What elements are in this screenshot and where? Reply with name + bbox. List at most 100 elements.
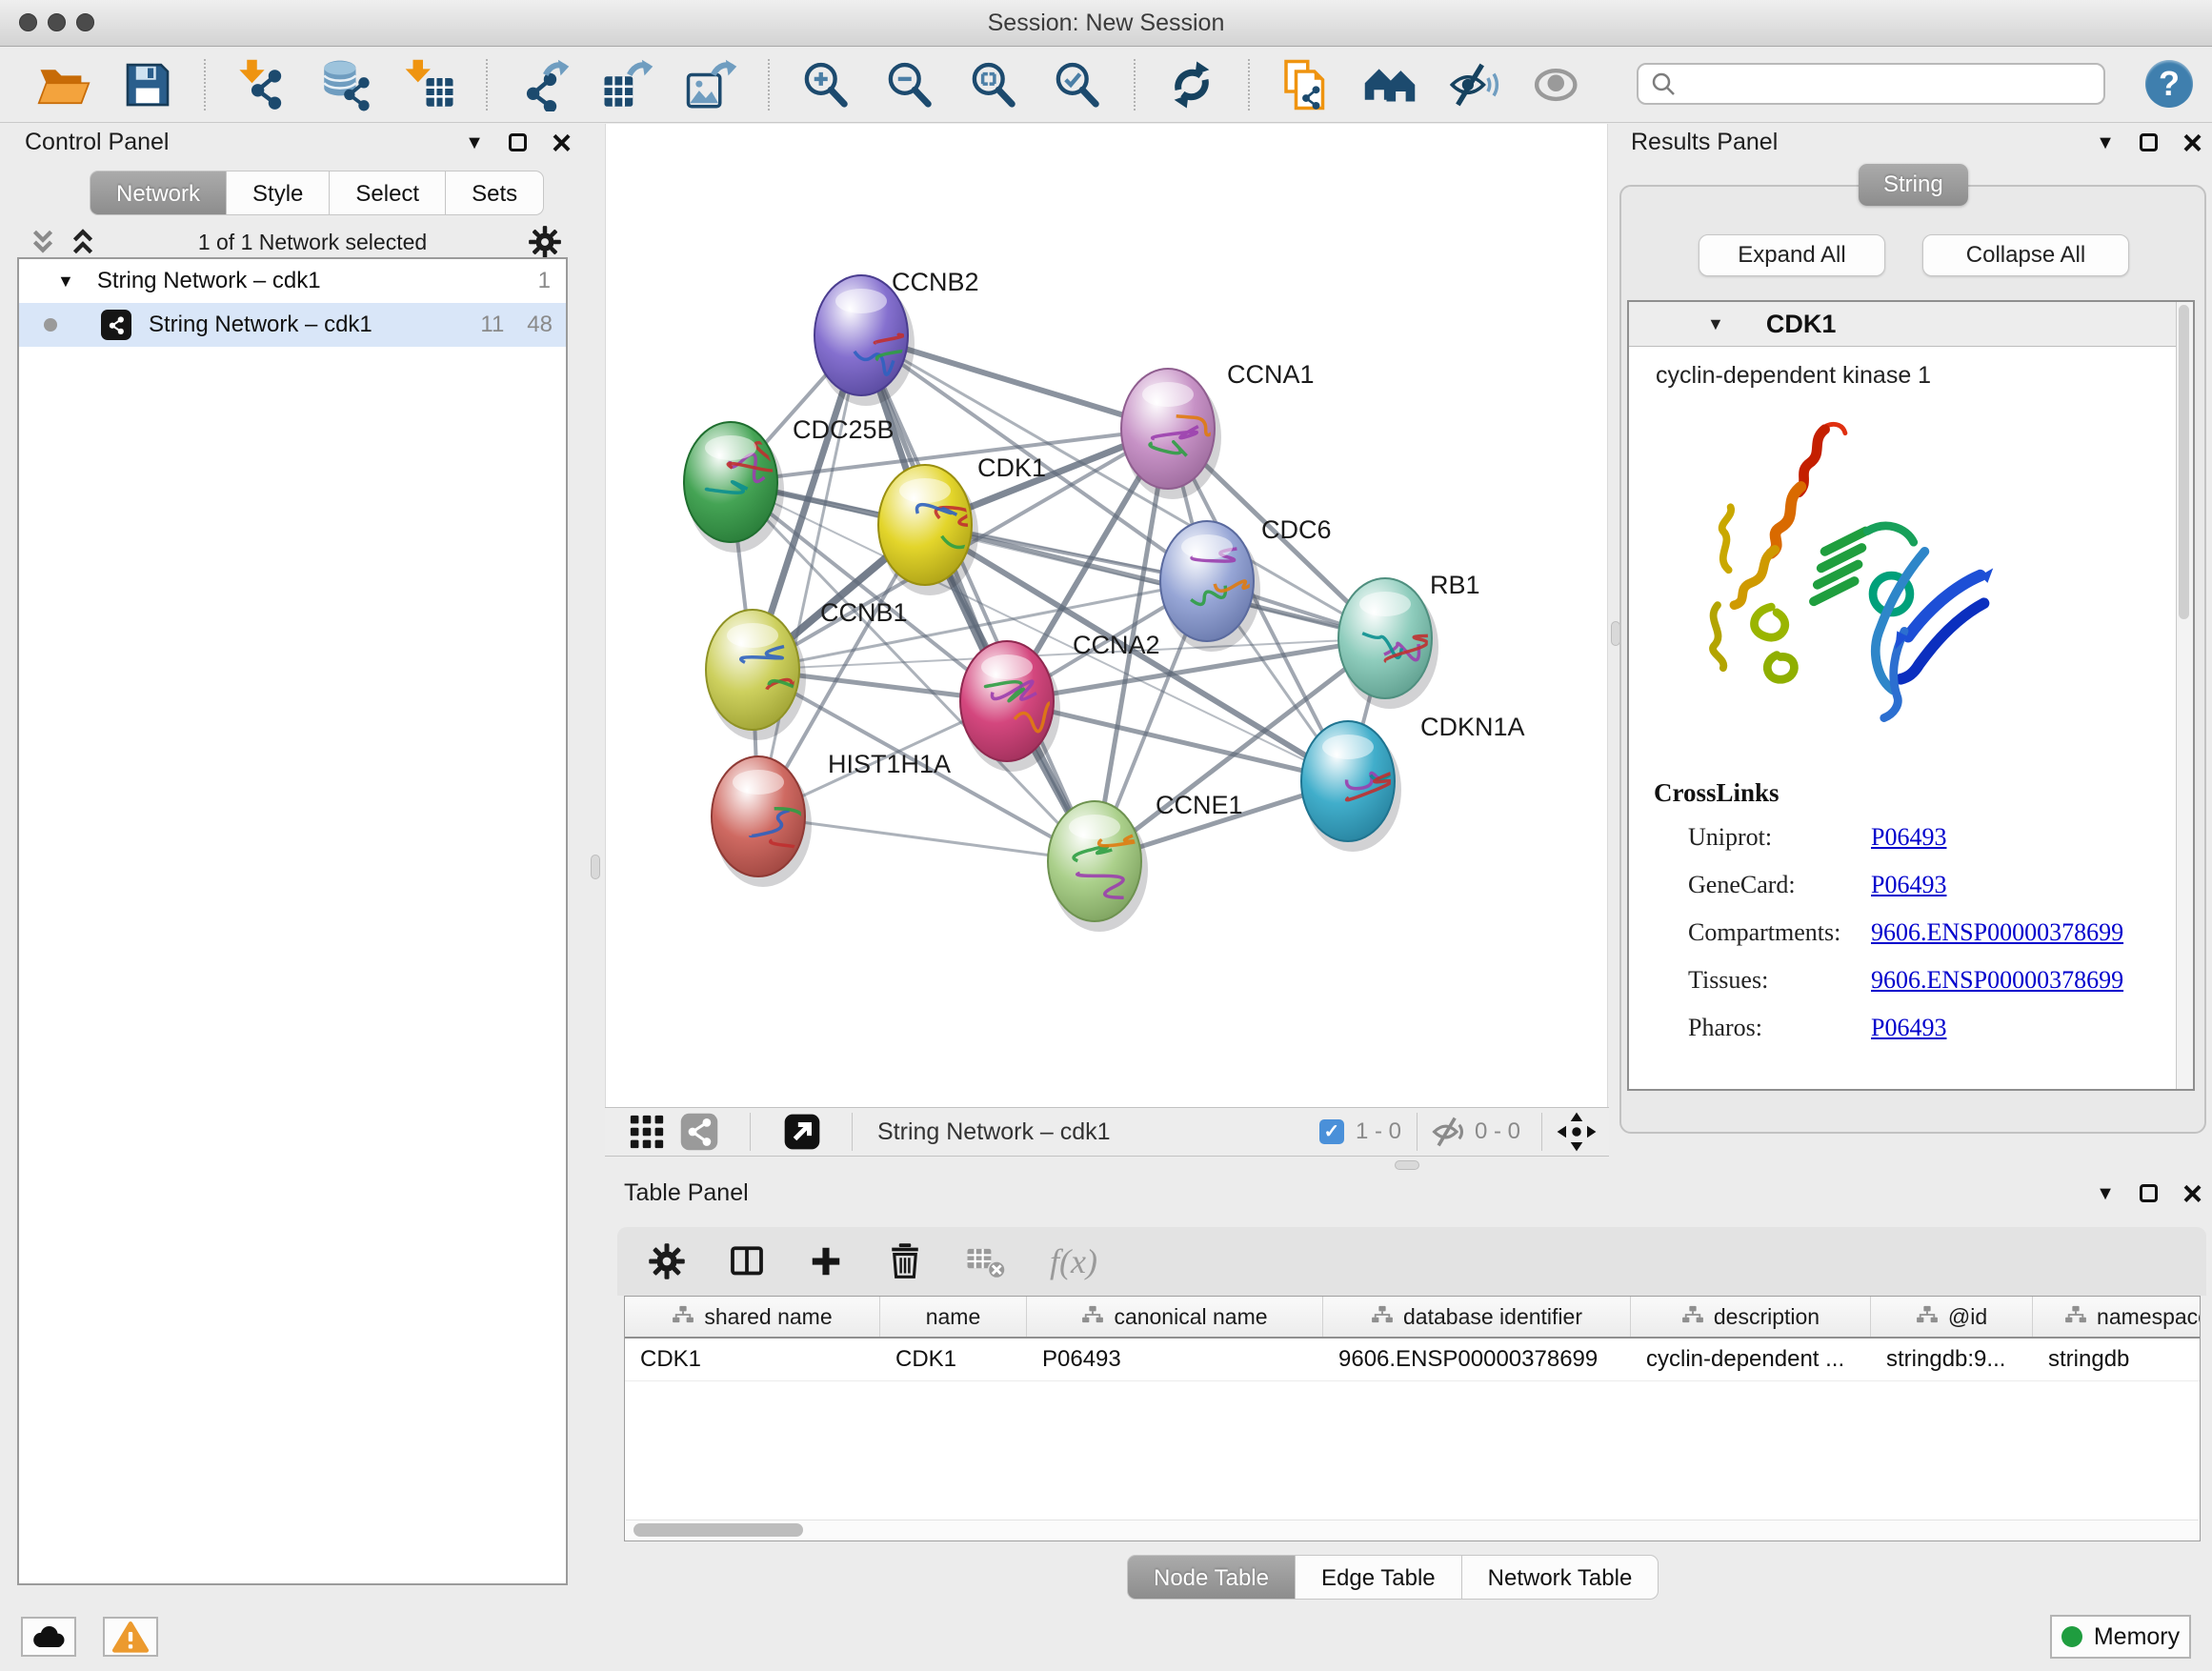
refresh-layout-icon[interactable] <box>1164 57 1219 112</box>
network-view-toolbar: String Network – cdk1 ✓ 1 - 0 0 - 0 <box>605 1107 1609 1157</box>
hide-selected-icon[interactable] <box>1446 57 1501 112</box>
create-column-icon[interactable] <box>808 1243 844 1279</box>
grid-view-icon[interactable] <box>628 1113 666 1151</box>
table-cell[interactable]: CDK1 <box>625 1339 880 1380</box>
tab-node-table[interactable]: Node Table <box>1127 1555 1296 1600</box>
column-header-database-identifier[interactable]: database identifier <box>1323 1297 1631 1337</box>
export-table-icon[interactable] <box>600 57 655 112</box>
collapse-all-networks-icon[interactable] <box>29 228 57 256</box>
table-cell[interactable]: cyclin-dependent ... <box>1631 1339 1871 1380</box>
results-panel-float-icon[interactable] <box>2140 133 2158 151</box>
network-collection-row[interactable]: ▼ String Network – cdk1 1 <box>19 259 566 303</box>
table-cell[interactable]: 9606.ENSP00000378699 <box>1323 1339 1631 1380</box>
left-splitter-handle[interactable] <box>591 855 600 879</box>
results-panel-close-icon[interactable]: × <box>2182 131 2202 154</box>
crosslink-link[interactable]: 9606.ENSP00000378699 <box>1871 966 2193 995</box>
selected-checkbox-icon[interactable]: ✓ <box>1319 1119 1344 1144</box>
search-box[interactable] <box>1637 63 2105 105</box>
expand-all-button[interactable]: Expand All <box>1699 234 1885 276</box>
network-node-CDC25B[interactable] <box>684 422 777 542</box>
control-panel-float-icon[interactable] <box>509 133 527 151</box>
titlebar: Session: New Session <box>0 0 2212 47</box>
crosshair-icon[interactable] <box>1556 1111 1598 1153</box>
table-cell[interactable]: stringdb <box>2033 1339 2201 1380</box>
table-cell[interactable]: P06493 <box>1027 1339 1323 1380</box>
delete-column-trash-icon[interactable] <box>886 1242 924 1280</box>
export-network-icon[interactable] <box>516 57 572 112</box>
search-input[interactable] <box>1677 70 2092 98</box>
import-table-icon[interactable] <box>402 57 457 112</box>
control-panel-close-icon[interactable]: × <box>552 131 572 154</box>
tab-style[interactable]: Style <box>227 171 330 215</box>
results-panel-collapse-icon[interactable]: ▼ <box>2096 133 2115 152</box>
function-builder-icon[interactable]: f(x) <box>1050 1241 1097 1281</box>
memory-button[interactable]: Memory <box>2050 1615 2191 1659</box>
show-columns-icon[interactable] <box>728 1242 766 1280</box>
column-header-canonical-name[interactable]: canonical name <box>1027 1297 1323 1337</box>
network-node-CCNA2[interactable] <box>960 641 1054 761</box>
show-all-icon[interactable] <box>1530 57 1585 112</box>
table-cell[interactable]: CDK1 <box>880 1339 1027 1380</box>
zoom-selected-icon[interactable] <box>1050 57 1105 112</box>
open-in-window-icon[interactable] <box>783 1113 821 1151</box>
results-scrollbar[interactable] <box>2176 302 2193 1089</box>
sitemap-icon <box>2064 1304 2087 1330</box>
crosslink-link[interactable]: 9606.ENSP00000378699 <box>1871 918 2193 947</box>
warnings-button[interactable] <box>103 1617 158 1657</box>
network-row[interactable]: String Network – cdk1 11 48 <box>19 303 566 347</box>
help-button[interactable]: ? <box>2145 60 2193 108</box>
column-header-description[interactable]: description <box>1631 1297 1871 1337</box>
crosslink-link[interactable]: P06493 <box>1871 871 2193 899</box>
table-panel-title: Table Panel <box>624 1179 749 1207</box>
zoom-in-icon[interactable] <box>798 57 854 112</box>
tab-sets[interactable]: Sets <box>446 171 544 215</box>
open-session-icon[interactable] <box>36 57 91 112</box>
crosslink-link[interactable]: P06493 <box>1871 823 2193 852</box>
network-node-CCNA1[interactable] <box>1121 369 1216 489</box>
table-cell[interactable]: stringdb:9... <box>1871 1339 2033 1380</box>
network-node-CCNE1[interactable] <box>1048 801 1141 921</box>
table-panel-float-icon[interactable] <box>2140 1184 2158 1202</box>
duplicate-network-icon[interactable] <box>1278 57 1334 112</box>
bottom-splitter-handle[interactable] <box>1395 1160 1419 1170</box>
node-label-CCNA2: CCNA2 <box>1073 631 1160 659</box>
import-network-database-icon[interactable] <box>318 57 373 112</box>
column-header-shared-name[interactable]: shared name <box>625 1297 880 1337</box>
zoom-out-icon[interactable] <box>882 57 937 112</box>
export-image-icon[interactable] <box>684 57 739 112</box>
column-header-@id[interactable]: @id <box>1871 1297 2033 1337</box>
tab-network[interactable]: Network <box>90 171 227 215</box>
table-options-gear-icon[interactable] <box>648 1242 686 1280</box>
tab-network-table[interactable]: Network Table <box>1462 1555 1659 1600</box>
tab-edge-table[interactable]: Edge Table <box>1296 1555 1462 1600</box>
cloud-status-button[interactable] <box>21 1617 76 1657</box>
column-header-namespace[interactable]: namespace <box>2033 1297 2201 1337</box>
network-canvas[interactable]: CCNB2CCNA1CDC25BCDK1CDC6RB1CCNB1CCNA2CDK… <box>605 124 1608 1107</box>
table-hscrollbar[interactable] <box>626 1520 2199 1540</box>
table-hscrollbar-thumb[interactable] <box>633 1523 803 1537</box>
node-entry-header[interactable]: ▼ CDK1 <box>1629 302 2193 347</box>
collection-expand-icon[interactable]: ▼ <box>57 272 74 292</box>
crosslink-link[interactable]: P06493 <box>1871 1014 2193 1042</box>
control-panel-collapse-icon[interactable]: ▼ <box>465 133 484 152</box>
delete-table-icon[interactable] <box>966 1243 1008 1279</box>
expand-all-networks-icon[interactable] <box>69 228 97 256</box>
share-view-icon[interactable] <box>679 1112 719 1152</box>
column-header-name[interactable]: name <box>880 1297 1027 1337</box>
table-panel-close-icon[interactable]: × <box>2182 1182 2202 1205</box>
network-options-gear-icon[interactable] <box>528 225 562 259</box>
group-homes-icon[interactable] <box>1362 57 1418 112</box>
network-node-RB1[interactable] <box>1338 578 1432 698</box>
table-row[interactable]: CDK1CDK1P064939606.ENSP00000378699cyclin… <box>625 1339 2200 1381</box>
import-network-icon[interactable] <box>234 57 290 112</box>
tab-select[interactable]: Select <box>330 171 446 215</box>
network-node-CDC6[interactable] <box>1160 521 1254 641</box>
network-edge[interactable] <box>758 335 861 816</box>
zoom-fit-icon[interactable] <box>966 57 1021 112</box>
table-panel-collapse-icon[interactable]: ▼ <box>2096 1184 2115 1203</box>
tab-string[interactable]: String <box>1859 164 1968 206</box>
node-label-CDKN1A: CDKN1A <box>1420 713 1525 741</box>
save-session-icon[interactable] <box>120 57 175 112</box>
collapse-all-button[interactable]: Collapse All <box>1922 234 2129 276</box>
entry-collapse-icon[interactable]: ▼ <box>1707 314 1724 334</box>
